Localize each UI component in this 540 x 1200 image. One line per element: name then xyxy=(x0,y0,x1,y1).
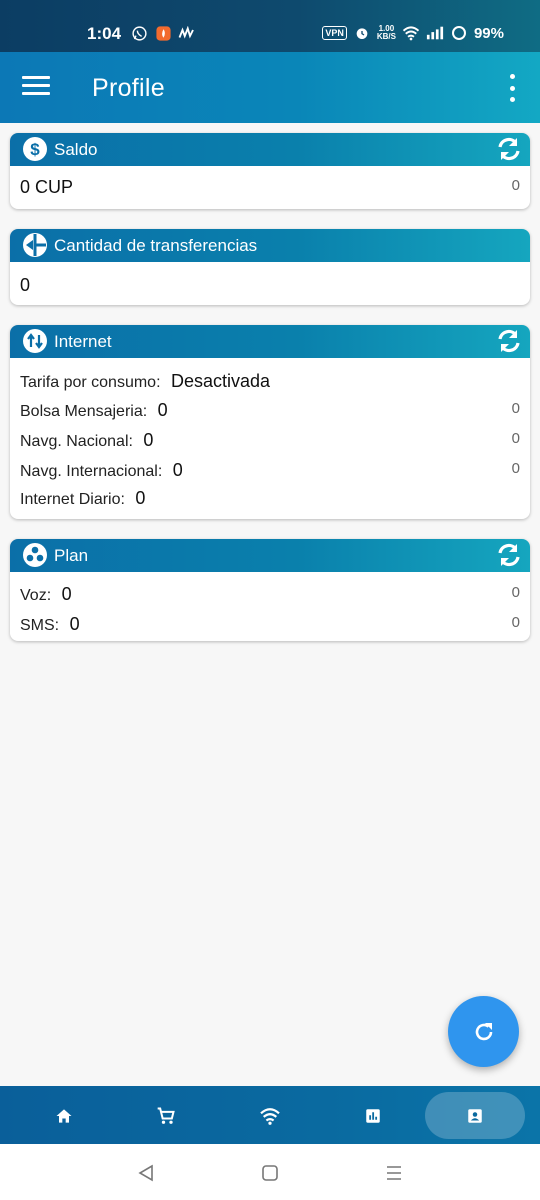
bolsa-label: Bolsa Mensajeria: xyxy=(20,403,148,420)
status-bar: 1:04 VPN 1.00 KB/S 99% xyxy=(0,0,540,52)
internet-header: Internet xyxy=(10,325,530,358)
app-notification-icon xyxy=(154,24,172,42)
saldo-card: $ Saldo 0 CUP 0 xyxy=(10,133,530,209)
voz-label: Voz: xyxy=(20,587,52,604)
voz-value: 0 xyxy=(61,584,72,604)
refresh-fab[interactable] xyxy=(448,996,519,1067)
hamburger-menu-icon[interactable] xyxy=(22,76,50,98)
profile-card-icon xyxy=(468,1108,482,1123)
nacional-side-value: 0 xyxy=(511,430,520,447)
status-right: VPN 1.00 KB/S 99% xyxy=(322,24,504,42)
transferencias-row: 0 xyxy=(20,275,520,296)
internet-row-tarifa: Tarifa por consumo: Desactivada xyxy=(20,371,520,392)
whatsapp-icon xyxy=(130,24,148,42)
plan-card: Plan Voz: 0 0 SMS: 0 0 xyxy=(10,539,530,641)
notification-icons xyxy=(130,24,196,42)
status-time: 1:04 xyxy=(87,24,122,43)
net-speed-unit: KB/S xyxy=(376,32,396,41)
system-navigation xyxy=(0,1144,540,1200)
more-options-icon[interactable] xyxy=(504,74,520,102)
transferencias-value: 0 xyxy=(20,275,31,295)
nav-home[interactable] xyxy=(14,1092,114,1139)
internet-row-nacional: Navg. Nacional: 0 0 xyxy=(20,430,520,451)
refresh-icon xyxy=(475,1022,492,1040)
voz-side-value: 0 xyxy=(511,584,520,601)
chart-icon xyxy=(366,1108,380,1123)
dollar-icon: $ xyxy=(23,137,47,161)
internet-row-bolsa: Bolsa Mensajeria: 0 0 xyxy=(20,400,520,421)
saldo-row: 0 CUP 0 xyxy=(20,177,520,198)
diario-label: Internet Diario: xyxy=(20,491,125,508)
refresh-icon[interactable] xyxy=(496,542,522,568)
home-square-icon[interactable] xyxy=(258,1161,282,1185)
plan-header: Plan xyxy=(10,539,530,572)
bolsa-side-value: 0 xyxy=(511,400,520,417)
transfer-icon xyxy=(23,233,47,257)
data-transfer-icon xyxy=(23,329,47,353)
refresh-icon[interactable] xyxy=(496,136,522,162)
back-icon[interactable] xyxy=(134,1161,158,1185)
nav-profile[interactable] xyxy=(425,1092,525,1139)
wifi-icon xyxy=(260,1107,280,1125)
nav-stats[interactable] xyxy=(323,1092,423,1139)
page-title: Profile xyxy=(92,74,165,102)
plan-title: Plan xyxy=(54,546,89,565)
saldo-title: Saldo xyxy=(54,140,98,159)
bottom-navigation xyxy=(0,1086,540,1144)
cell-signal-icon xyxy=(426,24,444,42)
internacional-value: 0 xyxy=(172,460,183,480)
recents-icon[interactable] xyxy=(382,1161,406,1185)
app-bar: Profile xyxy=(0,52,540,123)
internacional-label: Navg. Internacional: xyxy=(20,463,163,480)
sms-label: SMS: xyxy=(20,617,60,634)
svg-text:$: $ xyxy=(30,140,40,159)
diario-value: 0 xyxy=(135,488,146,508)
bolsa-value: 0 xyxy=(157,400,168,420)
cart-icon xyxy=(157,1107,175,1124)
nav-wifi[interactable] xyxy=(220,1092,320,1139)
nacional-value: 0 xyxy=(143,430,154,450)
battery-percent: 99% xyxy=(473,24,504,42)
refresh-icon[interactable] xyxy=(496,328,522,354)
nacional-label: Navg. Nacional: xyxy=(20,433,133,450)
battery-icon xyxy=(450,24,468,42)
transferencias-card: Cantidad de transferencias 0 xyxy=(10,229,530,305)
sms-value: 0 xyxy=(69,614,80,634)
internet-row-internacional: Navg. Internacional: 0 0 xyxy=(20,460,520,481)
alarm-icon xyxy=(353,24,371,42)
vpn-badge: VPN xyxy=(322,26,347,40)
saldo-side-value: 0 xyxy=(511,177,520,194)
plan-row-sms: SMS: 0 0 xyxy=(20,614,520,635)
wifi-status-icon xyxy=(402,24,420,42)
home-icon xyxy=(56,1108,72,1123)
tarifa-label: Tarifa por consumo: xyxy=(20,374,161,391)
internet-card: Internet Tarifa por consumo: Desactivada… xyxy=(10,325,530,519)
saldo-value: 0 CUP xyxy=(20,177,74,197)
plan-row-voz: Voz: 0 0 xyxy=(20,584,520,605)
transferencias-header: Cantidad de transferencias xyxy=(10,229,530,262)
signal-app-icon xyxy=(178,24,196,42)
net-speed: 1.00 KB/S xyxy=(377,25,396,41)
internet-title: Internet xyxy=(54,332,112,351)
plan-icon xyxy=(23,543,47,567)
sms-side-value: 0 xyxy=(511,614,520,631)
transferencias-title: Cantidad de transferencias xyxy=(54,236,258,255)
tarifa-value: Desactivada xyxy=(170,371,271,391)
internacional-side-value: 0 xyxy=(511,460,520,477)
saldo-header: $ Saldo xyxy=(10,133,530,166)
internet-row-diario: Internet Diario: 0 xyxy=(20,488,520,509)
nav-shop[interactable] xyxy=(116,1092,216,1139)
